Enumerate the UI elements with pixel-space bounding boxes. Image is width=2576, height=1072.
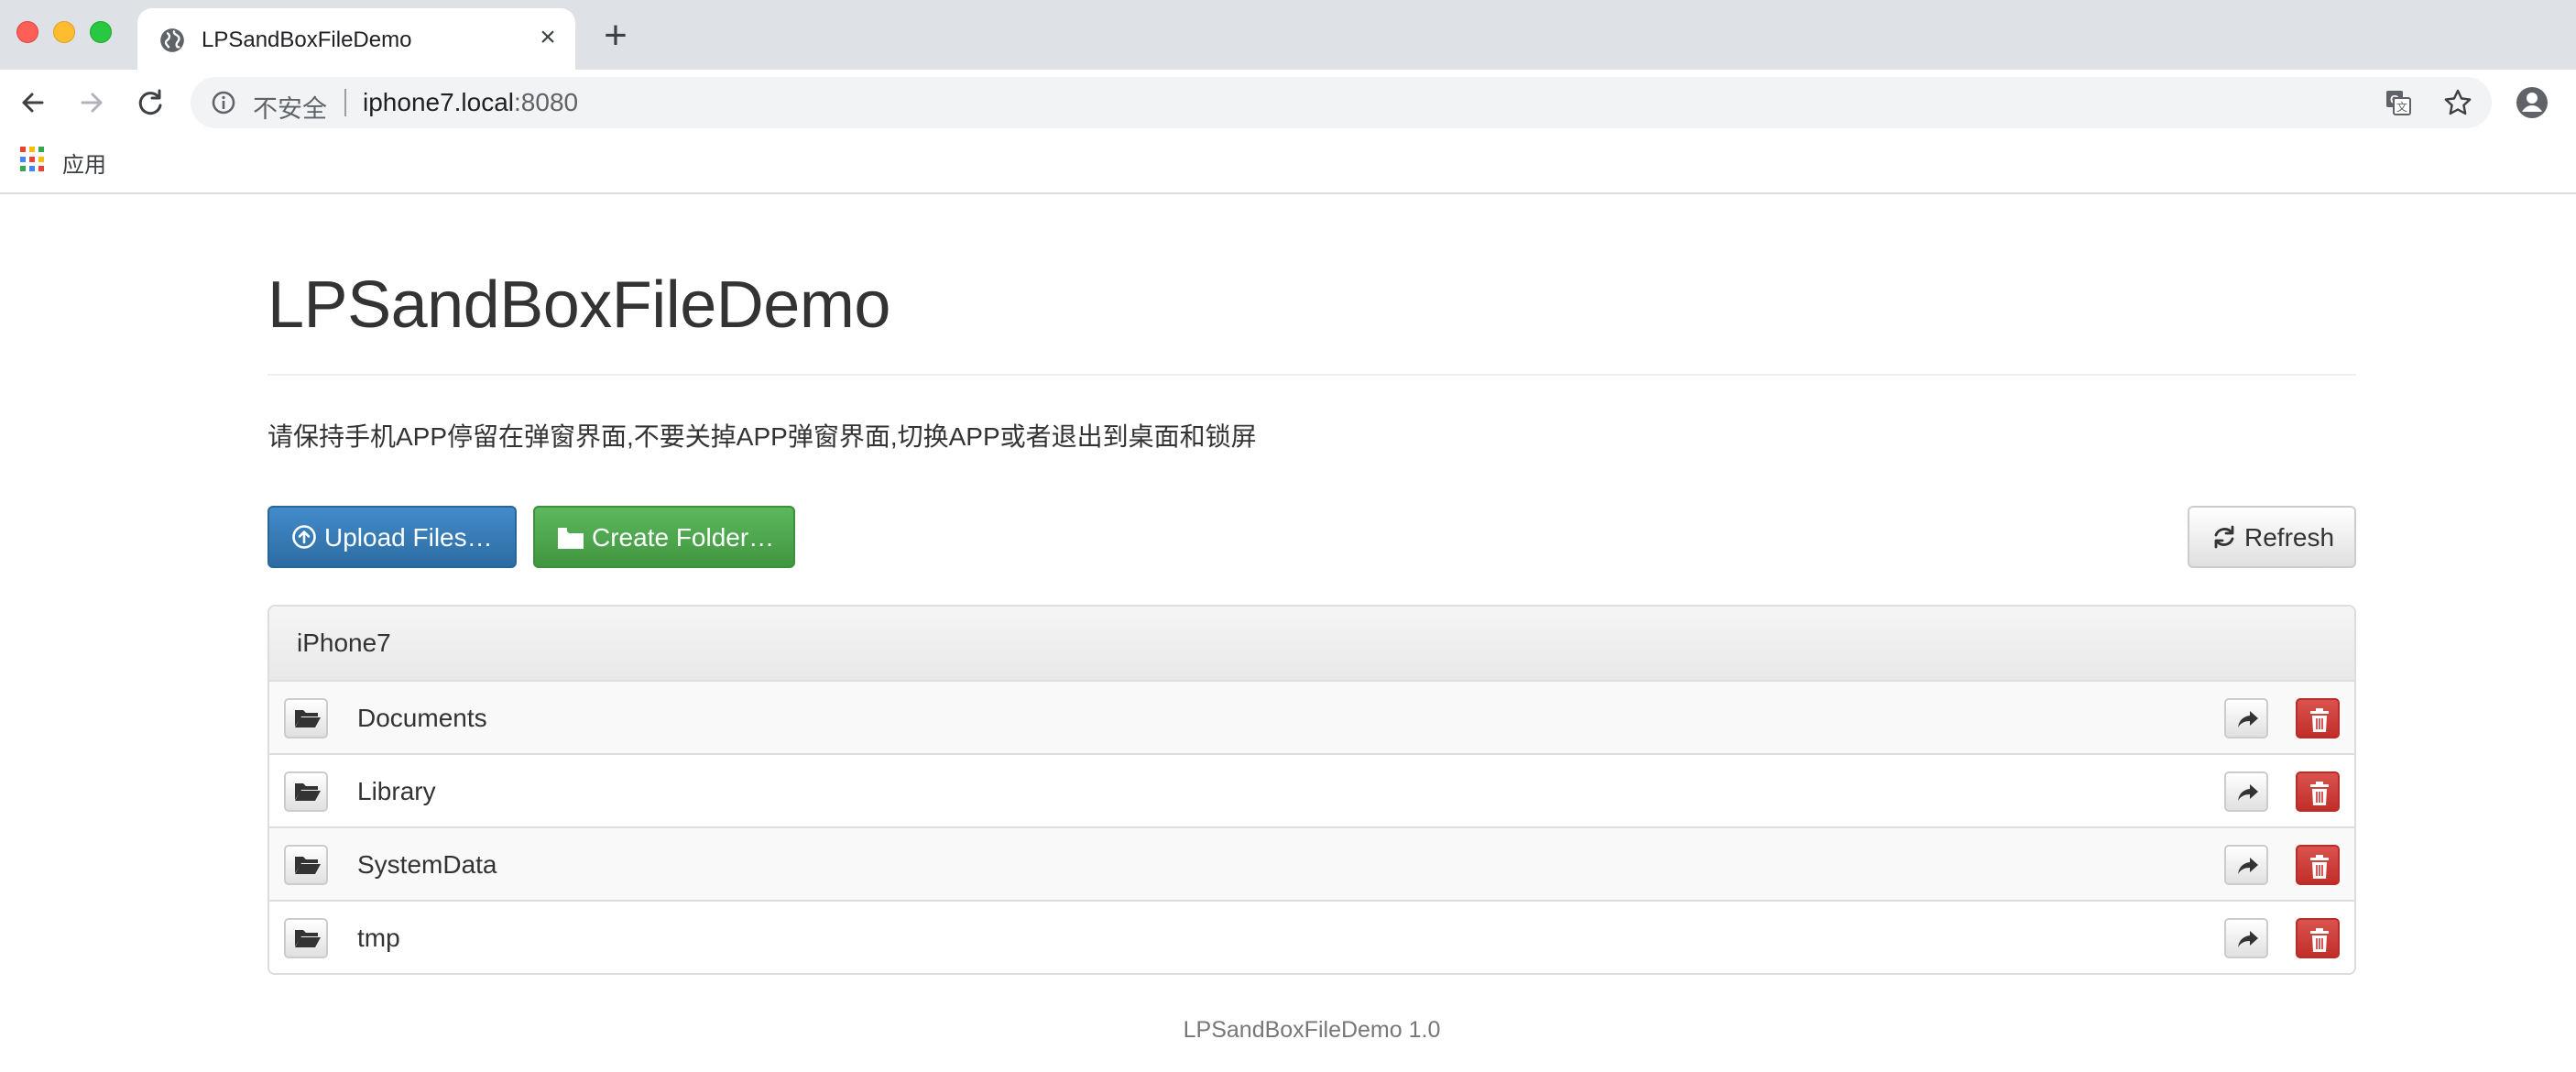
delete-button[interactable] (2296, 918, 2340, 958)
footer-text: LPSandBoxFileDemo 1.0 (1183, 1017, 1441, 1043)
delete-button[interactable] (2296, 771, 2340, 812)
share-arrow-icon (2238, 931, 2258, 947)
refresh-icon (2214, 525, 2234, 549)
tab-title: LPSandBoxFileDemo (202, 27, 412, 52)
close-window-button[interactable] (16, 21, 38, 43)
apps-grid-icon[interactable] (20, 147, 46, 172)
new-tab-button[interactable]: + (597, 16, 634, 56)
trash-icon (2310, 928, 2329, 952)
folder-open-icon (295, 710, 321, 727)
url-host: iphone7.local (363, 88, 515, 116)
create-folder-button[interactable]: Create Folder… (533, 506, 795, 568)
bookmark-star-icon[interactable] (2442, 87, 2473, 118)
move-button[interactable] (2224, 771, 2268, 812)
zoom-window-button[interactable] (90, 21, 112, 43)
refresh-button[interactable]: Refresh (2188, 506, 2356, 568)
folder-open-icon (295, 930, 321, 947)
page-title: LPSandBoxFileDemo (267, 268, 890, 342)
url-text[interactable]: iphone7.local:8080 (363, 88, 578, 117)
list-item[interactable]: Library (269, 755, 2354, 828)
browser-toolbar: 不安全 iphone7.local:8080 G文 (0, 70, 2576, 136)
url-port: :8080 (514, 88, 579, 116)
delete-button[interactable] (2296, 845, 2340, 885)
folder-open-icon (295, 783, 321, 801)
trash-icon (2310, 782, 2329, 805)
svg-text:文: 文 (2396, 100, 2407, 114)
share-arrow-icon (2238, 711, 2258, 727)
item-name[interactable]: Library (357, 777, 436, 806)
item-name[interactable]: tmp (357, 924, 400, 953)
upload-files-label: Upload Files… (324, 523, 493, 552)
item-name[interactable]: Documents (357, 704, 487, 733)
open-folder-button[interactable] (284, 698, 328, 738)
list-item[interactable]: Documents (269, 682, 2354, 755)
trash-icon (2310, 708, 2329, 732)
folder-icon (558, 528, 584, 549)
apps-bookmark-label[interactable]: 应用 (62, 147, 106, 179)
open-folder-button[interactable] (284, 918, 328, 958)
bookmarks-bar: 应用 (0, 136, 2576, 194)
move-button[interactable] (2224, 845, 2268, 885)
list-item[interactable]: SystemData (269, 828, 2354, 902)
notice-text: 请保持手机APP停留在弹窗界面,不要关掉APP弹窗界面,切换APP或者退出到桌面… (267, 422, 1257, 451)
forward-arrow-icon[interactable] (71, 82, 112, 123)
folder-open-icon (295, 857, 321, 874)
list-item[interactable]: tmp (269, 902, 2354, 973)
create-folder-label: Create Folder… (592, 523, 775, 552)
item-name[interactable]: SystemData (357, 850, 497, 880)
minimize-window-button[interactable] (53, 21, 75, 43)
share-arrow-icon (2238, 784, 2258, 801)
reload-icon[interactable] (130, 82, 170, 123)
address-bar[interactable]: 不安全 iphone7.local:8080 G文 (191, 77, 2492, 128)
tab-close-icon[interactable]: × (533, 23, 562, 52)
security-label: 不安全 (253, 95, 327, 123)
browser-tab[interactable]: LPSandBoxFileDemo × (137, 8, 575, 70)
refresh-label: Refresh (2244, 523, 2335, 552)
open-folder-button[interactable] (284, 771, 328, 812)
move-button[interactable] (2224, 918, 2268, 958)
open-folder-button[interactable] (284, 845, 328, 885)
share-arrow-icon (2238, 858, 2258, 874)
upload-files-button[interactable]: Upload Files… (267, 506, 517, 568)
panel-heading: iPhone7 (269, 607, 2354, 682)
profile-avatar-icon[interactable] (2514, 84, 2550, 121)
file-list-panel: iPhone7 Documents Library SystemData tmp (267, 605, 2356, 975)
upload-circle-icon (292, 525, 316, 549)
address-separator (344, 89, 346, 116)
globe-icon (159, 27, 185, 53)
title-divider (267, 374, 2356, 376)
back-arrow-icon[interactable] (13, 82, 53, 123)
delete-button[interactable] (2296, 698, 2340, 738)
move-button[interactable] (2224, 698, 2268, 738)
translate-icon[interactable]: G文 (2384, 88, 2413, 117)
trash-icon (2310, 855, 2329, 879)
info-icon[interactable] (209, 88, 238, 117)
tab-strip: LPSandBoxFileDemo × + (0, 0, 2576, 70)
